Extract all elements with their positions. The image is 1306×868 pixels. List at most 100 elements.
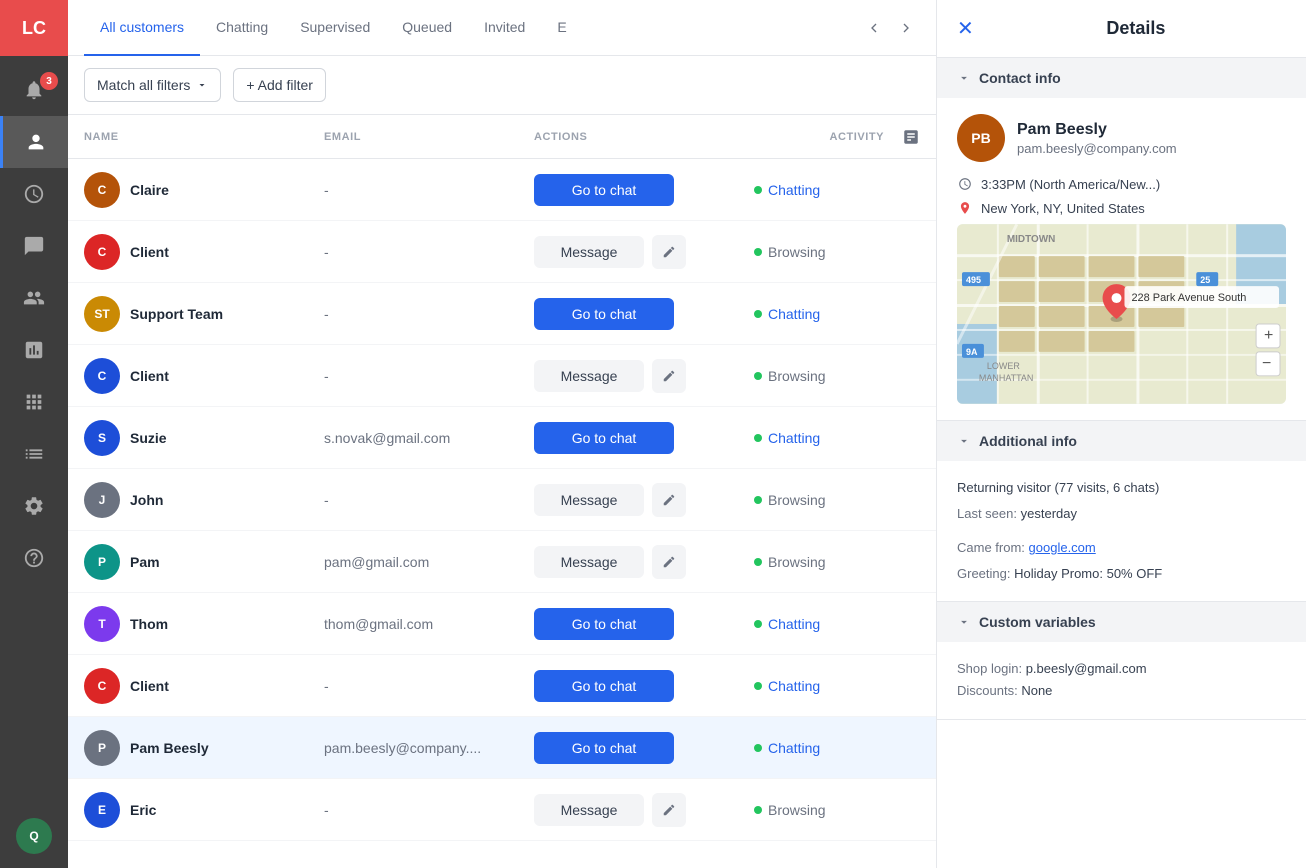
tab-prev-button[interactable] [860,14,888,42]
tab-navigation [860,14,920,42]
contact-name: Pam Beesly [1017,121,1286,139]
add-filter-button[interactable]: + Add filter [233,68,326,102]
greeting-row: Greeting: Holiday Promo: 50% OFF [957,563,1286,585]
svg-text:495: 495 [966,275,981,285]
svg-text:LOWER: LOWER [987,361,1020,371]
activity-label: Chatting [768,740,820,756]
actions-cell: Message [534,359,754,393]
sidebar-item-chat[interactable] [0,220,68,272]
svg-text:MIDTOWN: MIDTOWN [1007,234,1055,245]
edit-button[interactable] [652,483,686,517]
customer-name: Client [130,244,169,260]
customer-name: Pam [130,554,160,570]
map-container: 228 Park Avenue South + − 495 25 9A MIDT… [957,224,1286,404]
go-to-chat-button[interactable]: Go to chat [534,670,674,702]
activity-dot [754,620,762,628]
table-row[interactable]: ST Support Team - Go to chat Chatting [68,283,936,345]
details-header: ✕ Details [937,0,1306,58]
customer-name-cell: S Suzie [84,420,324,456]
message-button[interactable]: Message [534,236,644,268]
logo[interactable]: LC [0,0,68,56]
details-title: Details [986,18,1286,39]
visits-text: Returning visitor (77 visits, 6 chats) [957,477,1286,499]
activity-dot [754,496,762,504]
sidebar: LC 3 Q [0,0,68,868]
contact-time-row: 3:33PM (North America/New...) [957,176,1286,192]
table-row[interactable]: J John - Message Browsing [68,469,936,531]
contact-info-header[interactable]: Contact info [937,58,1306,98]
email-cell: - [324,368,534,384]
user-avatar-bottom[interactable]: Q [16,818,52,854]
table-row[interactable]: C Client - Message Browsing [68,345,936,407]
actions-cell: Go to chat [534,298,754,330]
close-details-button[interactable]: ✕ [957,16,974,41]
col-activity-header: ACTIVITY [754,131,884,143]
match-all-filters-dropdown[interactable]: Match all filters [84,68,221,102]
sidebar-item-help[interactable] [0,532,68,584]
go-to-chat-button[interactable]: Go to chat [534,174,674,206]
activity-cell: Chatting [754,306,884,322]
table-row[interactable]: C Claire - Go to chat Chatting [68,159,936,221]
tab-supervised[interactable]: Supervised [284,0,386,56]
sidebar-item-customers[interactable] [0,116,68,168]
actions-cell: Go to chat [534,422,754,454]
go-to-chat-button[interactable]: Go to chat [534,298,674,330]
table-row[interactable]: C Client - Message Browsing [68,221,936,283]
edit-button[interactable] [652,235,686,269]
activity-dot [754,744,762,752]
svg-text:−: − [1262,355,1271,372]
edit-button[interactable] [652,793,686,827]
activity-label: Chatting [768,306,820,322]
table-row[interactable]: T Thom thom@gmail.com Go to chat Chattin… [68,593,936,655]
tab-queued[interactable]: Queued [386,0,468,56]
custom-variables-section: Custom variables Shop login: p.beesly@gm… [937,602,1306,719]
svg-text:+: + [1264,327,1273,344]
came-from-link[interactable]: google.com [1029,540,1096,555]
go-to-chat-button[interactable]: Go to chat [534,608,674,640]
additional-info-header[interactable]: Additional info [937,421,1306,461]
go-to-chat-button[interactable]: Go to chat [534,732,674,764]
sidebar-item-settings[interactable] [0,480,68,532]
sidebar-item-notifications[interactable]: 3 [0,64,68,116]
edit-button[interactable] [652,359,686,393]
customer-name-cell: P Pam Beesly [84,730,324,766]
contact-location-row: New York, NY, United States [957,200,1286,216]
edit-button[interactable] [652,545,686,579]
message-button[interactable]: Message [534,484,644,516]
sidebar-item-list[interactable] [0,428,68,480]
tab-invited[interactable]: Invited [468,0,541,56]
tab-e[interactable]: E [541,0,582,56]
sidebar-item-clock[interactable] [0,168,68,220]
message-button[interactable]: Message [534,360,644,392]
go-to-chat-button[interactable]: Go to chat [534,422,674,454]
col-name-header: NAME [84,131,324,143]
sidebar-item-reports[interactable] [0,324,68,376]
actions-cell: Message [534,545,754,579]
activity-dot [754,310,762,318]
table-row[interactable]: E Eric - Message Browsing [68,779,936,841]
actions-cell: Go to chat [534,608,754,640]
activity-cell: Chatting [754,678,884,694]
message-button[interactable]: Message [534,794,644,826]
tab-chatting[interactable]: Chatting [200,0,284,56]
activity-dot [754,434,762,442]
customer-name-cell: C Client [84,234,324,270]
tab-all-customers[interactable]: All customers [84,0,200,56]
customer-name-cell: ST Support Team [84,296,324,332]
add-column-button[interactable] [884,128,920,146]
activity-dot [754,186,762,194]
customer-name-cell: P Pam [84,544,324,580]
actions-cell: Message [534,483,754,517]
custom-variables-header[interactable]: Custom variables [937,602,1306,642]
sidebar-item-teams[interactable] [0,272,68,324]
table-row[interactable]: S Suzie s.novak@gmail.com Go to chat Cha… [68,407,936,469]
sidebar-item-apps[interactable] [0,376,68,428]
activity-cell: Browsing [754,368,884,384]
message-button[interactable]: Message [534,546,644,578]
table-row[interactable]: C Client - Go to chat Chatting [68,655,936,717]
tab-next-button[interactable] [892,14,920,42]
table-body: C Claire - Go to chat Chatting C Client … [68,159,936,841]
table-row[interactable]: P Pam pam@gmail.com Message Browsing [68,531,936,593]
tabs: All customers Chatting Supervised Queued… [84,0,852,56]
table-row[interactable]: P Pam Beesly pam.beesly@company.... Go t… [68,717,936,779]
